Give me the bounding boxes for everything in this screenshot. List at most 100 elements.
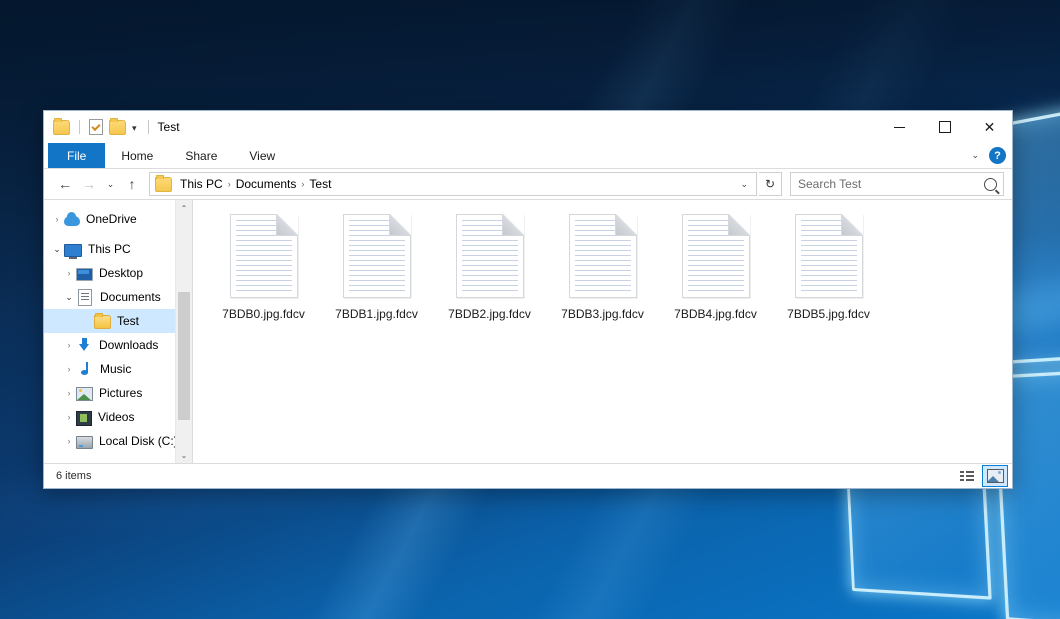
file-name-label: 7BDB4.jpg.fdcv (674, 307, 757, 321)
chevron-right-icon[interactable]: › (50, 214, 64, 224)
chevron-right-icon[interactable]: › (62, 340, 76, 350)
file-name-label: 7BDB0.jpg.fdcv (222, 307, 305, 321)
picture-icon (76, 387, 93, 401)
chevron-right-icon[interactable]: › (62, 364, 76, 374)
minimize-button[interactable] (877, 111, 922, 143)
sidebar-item-label: Videos (98, 410, 134, 424)
close-button[interactable]: ✕ (967, 111, 1012, 143)
desktop-icon (76, 268, 93, 281)
qat-divider (79, 120, 80, 134)
search-input[interactable]: Search Test (798, 177, 984, 191)
sidebar-item-label: Music (100, 362, 131, 376)
window-controls: ✕ (877, 111, 1012, 143)
file-item[interactable]: 7BDB5.jpg.fdcv (772, 212, 885, 321)
explorer-folder-icon[interactable] (53, 120, 70, 135)
chevron-down-icon[interactable]: ▾ (132, 124, 137, 133)
tab-view[interactable]: View (233, 143, 291, 168)
close-icon: ✕ (984, 120, 996, 134)
sidebar-item-label: Test (117, 314, 139, 328)
sidebar-item-this-pc[interactable]: ⌄ This PC (44, 237, 192, 261)
file-item[interactable]: 7BDB2.jpg.fdcv (433, 212, 546, 321)
file-list-pane[interactable]: 7BDB0.jpg.fdcv 7BDB1.jpg.fdcv (192, 200, 1012, 463)
minimize-icon (894, 127, 905, 128)
address-dropdown-chevron-down-icon[interactable]: ⌄ (734, 179, 754, 190)
document-icon (682, 214, 750, 298)
sidebar-item-documents[interactable]: ⌄ Documents (44, 285, 192, 309)
file-item[interactable]: 7BDB0.jpg.fdcv (207, 212, 320, 321)
sidebar-item-pictures[interactable]: › Pictures (44, 381, 192, 405)
quick-access-toolbar: ▾ (53, 119, 137, 135)
maximize-button[interactable] (922, 111, 967, 143)
breadcrumb-separator[interactable]: › (226, 179, 233, 189)
sidebar-item-local-disk-c[interactable]: › Local Disk (C:) (44, 429, 192, 453)
sidebar-item-label: Desktop (99, 266, 143, 280)
sidebar-item-label: OneDrive (86, 212, 137, 226)
tab-file[interactable]: File (48, 143, 105, 168)
chevron-down-icon[interactable]: ⌄ (62, 292, 76, 303)
breadcrumb-separator[interactable]: › (299, 179, 306, 189)
video-film-icon (76, 411, 92, 426)
scroll-up-arrow-icon[interactable]: ⌃ (176, 200, 192, 216)
recent-locations-button[interactable]: ⌄ (102, 173, 119, 195)
file-name-label: 7BDB3.jpg.fdcv (561, 307, 644, 321)
file-explorer-window: ▾ Test ✕ File Home Share View ⌄ ? ← → ⌄ … (43, 110, 1013, 489)
chevron-down-icon[interactable]: ⌄ (50, 244, 64, 255)
download-icon (78, 338, 91, 352)
help-button[interactable]: ? (989, 147, 1006, 164)
document-fold-corner (389, 214, 411, 236)
refresh-button[interactable]: ↻ (759, 172, 782, 196)
document-fold-corner (728, 214, 750, 236)
tab-home[interactable]: Home (105, 143, 169, 168)
new-folder-icon[interactable] (109, 120, 126, 135)
navigation-pane: › OneDrive ⌄ This PC › Desktop ⌄ Documen… (44, 200, 192, 463)
breadcrumb-documents[interactable]: Documents (233, 177, 300, 191)
item-count-label: 6 items (56, 470, 91, 482)
chevron-right-icon[interactable]: › (62, 436, 76, 446)
chevron-right-icon[interactable]: › (62, 388, 76, 398)
sidebar-item-test[interactable]: › Test (44, 309, 192, 333)
status-bar: 6 items (44, 463, 1012, 488)
breadcrumb-test[interactable]: Test (306, 177, 334, 191)
details-view-button[interactable] (954, 465, 980, 487)
chevron-right-icon[interactable]: › (62, 412, 76, 422)
navigation-pane-scrollbar[interactable]: ⌃ ⌄ (175, 200, 192, 463)
sidebar-item-label: Downloads (99, 338, 158, 352)
document-icon (795, 214, 863, 298)
document-fold-corner (841, 214, 863, 236)
expander-placeholder-icon: › (80, 316, 94, 326)
search-icon[interactable] (984, 178, 997, 191)
back-button[interactable]: ← (54, 173, 76, 195)
address-bar-row: ← → ⌄ ↑ This PC › Documents › Test ⌄ ↻ S… (44, 169, 1012, 199)
file-item[interactable]: 7BDB1.jpg.fdcv (320, 212, 433, 321)
document-fold-corner (615, 214, 637, 236)
scrollbar-thumb[interactable] (178, 292, 190, 420)
breadcrumb-this-pc[interactable]: This PC (177, 177, 226, 191)
sidebar-item-label: Pictures (99, 386, 142, 400)
search-box[interactable]: Search Test (790, 172, 1004, 196)
sidebar-item-videos[interactable]: › Videos (44, 405, 192, 429)
sidebar-item-music[interactable]: › Music (44, 357, 192, 381)
properties-icon[interactable] (89, 119, 103, 135)
address-folder-icon (155, 177, 172, 192)
file-item[interactable]: 7BDB4.jpg.fdcv (659, 212, 772, 321)
address-bar[interactable]: This PC › Documents › Test ⌄ (149, 172, 757, 196)
window-title: Test (148, 120, 180, 134)
expand-ribbon-chevron-down-icon[interactable]: ⌄ (971, 150, 979, 161)
sidebar-item-label: Documents (100, 290, 161, 304)
hard-drive-icon (76, 436, 93, 449)
sidebar-item-desktop[interactable]: › Desktop (44, 261, 192, 285)
scroll-down-arrow-icon[interactable]: ⌄ (176, 447, 192, 463)
file-item[interactable]: 7BDB3.jpg.fdcv (546, 212, 659, 321)
sidebar-item-onedrive[interactable]: › OneDrive (44, 207, 192, 231)
ribbon-tab-strip: File Home Share View ⌄ ? (44, 143, 1012, 169)
document-icon (343, 214, 411, 298)
file-name-label: 7BDB1.jpg.fdcv (335, 307, 418, 321)
file-name-label: 7BDB5.jpg.fdcv (787, 307, 870, 321)
sidebar-item-label: Local Disk (C:) (99, 434, 178, 448)
sidebar-item-downloads[interactable]: › Downloads (44, 333, 192, 357)
large-icons-view-button[interactable] (982, 465, 1008, 487)
chevron-right-icon[interactable]: › (62, 268, 76, 278)
tab-share[interactable]: Share (169, 143, 233, 168)
forward-button: → (78, 173, 100, 195)
up-button[interactable]: ↑ (121, 173, 143, 195)
